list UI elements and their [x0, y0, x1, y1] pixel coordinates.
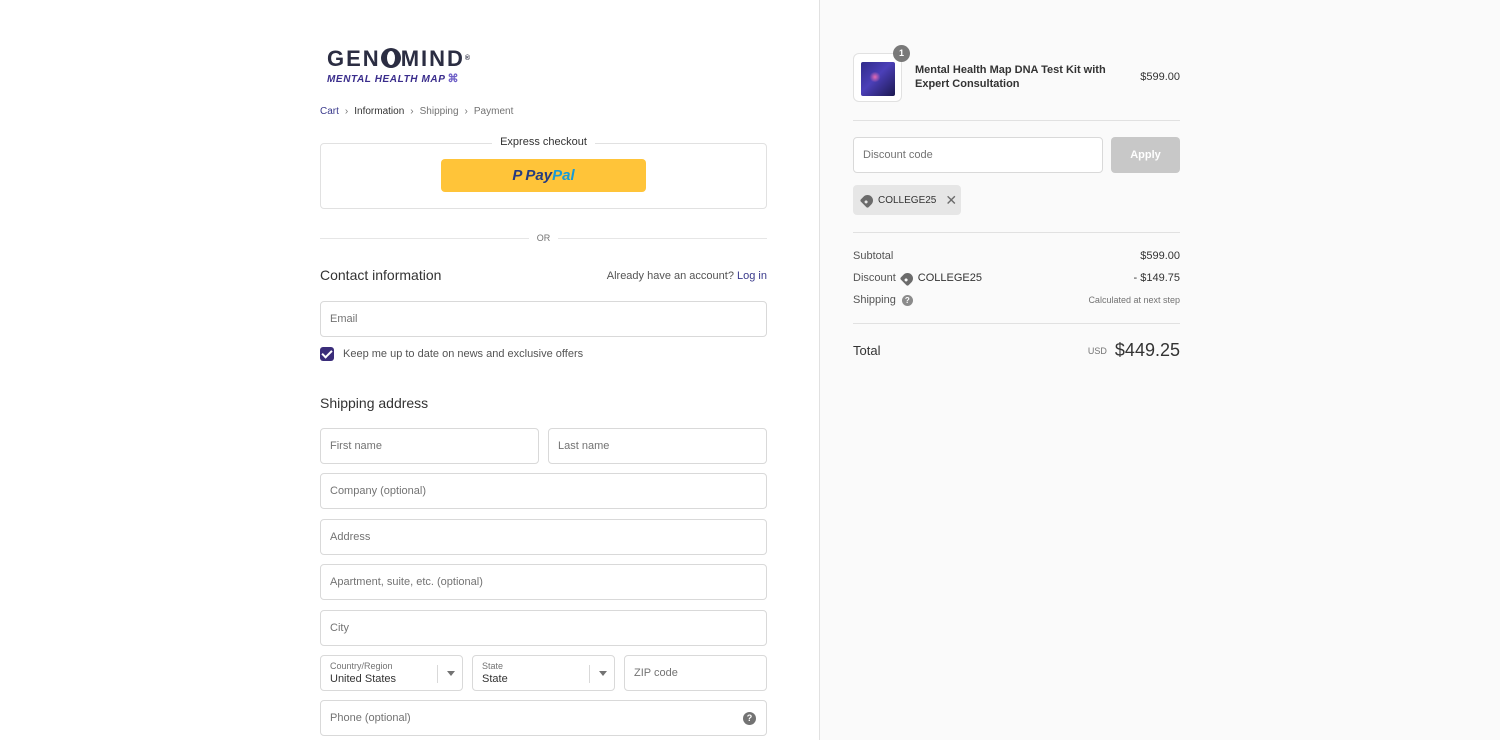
logo-tagline: MENTAL HEALTH MAP ⌘	[327, 72, 477, 85]
discount-code-text: COLLEGE25	[917, 272, 982, 284]
state-label: State	[482, 660, 504, 671]
newsletter-option[interactable]: Keep me up to date on news and exclusive…	[320, 347, 583, 361]
order-summary-panel	[819, 0, 1500, 740]
apartment-field[interactable]: Apartment, suite, etc. (optional)	[320, 564, 767, 600]
logo-text-part2: MIND	[400, 46, 465, 71]
express-checkout-title-text: Express checkout	[492, 136, 595, 148]
tag-icon	[859, 192, 876, 208]
chevron-right-icon: ›	[344, 106, 349, 117]
shipping-row: Shipping ? Calculated at next step	[853, 294, 1180, 306]
chevron-right-icon: ›	[464, 106, 468, 117]
company-field[interactable]: Company (optional)	[320, 473, 767, 509]
phone-placeholder: Phone (optional)	[330, 712, 411, 724]
zip-placeholder: ZIP code	[634, 667, 678, 679]
shipping-row-left: Shipping ?	[853, 294, 913, 306]
login-link[interactable]: Log in	[737, 270, 767, 282]
close-icon[interactable]: ✕	[945, 192, 957, 209]
chevron-down-icon	[599, 671, 607, 676]
breadcrumb-payment: Payment	[473, 106, 514, 117]
quantity-badge: 1	[893, 45, 910, 62]
shipping-label: Shipping	[853, 294, 896, 306]
logo-tagline-text: MENTAL HEALTH MAP	[327, 74, 446, 85]
country-select[interactable]: Country/Region United States	[320, 655, 463, 691]
genomind-logo[interactable]: GEN MIND® MENTAL HEALTH MAP ⌘	[327, 48, 477, 88]
divider	[853, 232, 1180, 233]
divider	[853, 120, 1180, 121]
breadcrumb-cart[interactable]: Cart	[320, 106, 339, 117]
express-checkout-title: Express checkout	[320, 136, 767, 148]
chevron-down-icon	[447, 671, 455, 676]
login-prompt-text: Already have an account?	[606, 270, 734, 282]
total-value: $449.25	[1114, 340, 1180, 360]
dna-icon: ⌘	[447, 73, 460, 85]
subtotal-row: Subtotal $599.00	[853, 250, 1180, 262]
discount-code-input[interactable]: Discount code	[853, 137, 1103, 173]
discount-row: Discount COLLEGE25 - $149.75	[853, 270, 1180, 286]
total-amount-group: USD $449.25	[1088, 340, 1180, 361]
contact-heading: Contact information	[320, 267, 442, 283]
first-name-placeholder: First name	[330, 440, 382, 452]
applied-discount-code: COLLEGE25	[878, 194, 937, 206]
address-field[interactable]: Address	[320, 519, 767, 555]
apartment-placeholder: Apartment, suite, etc. (optional)	[330, 576, 483, 588]
login-prompt: Already have an account? Log in	[607, 270, 767, 282]
product-image	[861, 62, 895, 96]
discount-label: Discount	[853, 272, 896, 284]
question-mark-icon[interactable]: ?	[743, 712, 756, 725]
chevron-right-icon: ›	[410, 106, 414, 117]
shipping-value: Calculated at next step	[1088, 295, 1180, 305]
logo-o-icon	[380, 48, 401, 68]
email-placeholder: Email	[330, 313, 358, 325]
or-label-text: OR	[528, 233, 559, 243]
state-select[interactable]: State State	[472, 655, 615, 691]
subtotal-label: Subtotal	[853, 250, 894, 262]
or-label: OR	[320, 233, 767, 243]
currency-code: USD	[1087, 345, 1107, 356]
paypal-pay-text: Pay	[525, 167, 553, 184]
apply-button[interactable]: Apply	[1111, 137, 1180, 173]
newsletter-label: Keep me up to date on news and exclusive…	[343, 348, 584, 360]
subtotal-value: $599.00	[1140, 250, 1180, 262]
breadcrumb-information: Information	[354, 106, 405, 117]
address-placeholder: Address	[330, 531, 371, 543]
country-label: Country/Region	[330, 660, 393, 671]
discount-code-badge: COLLEGE25	[899, 270, 982, 286]
paypal-pal-text: Pal	[552, 167, 575, 184]
email-field[interactable]: Email	[320, 301, 767, 337]
product-thumbnail	[853, 53, 902, 102]
discount-row-left: Discount COLLEGE25	[853, 270, 982, 286]
discount-value: - $149.75	[1133, 272, 1180, 284]
divider	[853, 323, 1180, 324]
phone-field[interactable]: Phone (optional) ?	[320, 700, 767, 736]
total-label: Total	[853, 343, 881, 358]
breadcrumb: Cart › Information › Shipping › Payment	[320, 106, 513, 117]
applied-discount-tag: COLLEGE25 ✕	[853, 185, 961, 215]
logo-text-part1: GEN	[327, 46, 381, 71]
question-mark-icon[interactable]: ?	[901, 294, 913, 306]
zip-field[interactable]: ZIP code	[624, 655, 767, 691]
logo-wordmark: GEN MIND®	[327, 48, 477, 70]
state-value: State	[482, 672, 508, 685]
company-placeholder: Company (optional)	[330, 485, 426, 497]
shipping-heading: Shipping address	[320, 395, 429, 411]
select-divider	[437, 665, 438, 683]
city-field[interactable]: City	[320, 610, 767, 646]
last-name-placeholder: Last name	[558, 440, 610, 452]
city-placeholder: City	[330, 622, 349, 634]
paypal-wordmark: PayPal	[525, 167, 574, 184]
total-row: Total USD $449.25	[853, 340, 1180, 361]
country-value: United States	[330, 672, 397, 685]
product-name: Mental Health Map DNA Test Kit with Expe…	[915, 64, 1106, 90]
first-name-field[interactable]: First name	[320, 428, 539, 464]
newsletter-checkbox[interactable]	[320, 347, 334, 361]
paypal-icon: P	[512, 167, 523, 184]
breadcrumb-shipping: Shipping	[419, 106, 459, 117]
product-price: $599.00	[1140, 71, 1180, 83]
paypal-button[interactable]: P PayPal	[441, 159, 646, 192]
tag-icon	[899, 270, 916, 286]
select-divider	[589, 665, 590, 683]
trademark-mark: ®	[464, 55, 471, 62]
discount-code-placeholder: Discount code	[863, 149, 933, 161]
last-name-field[interactable]: Last name	[548, 428, 767, 464]
